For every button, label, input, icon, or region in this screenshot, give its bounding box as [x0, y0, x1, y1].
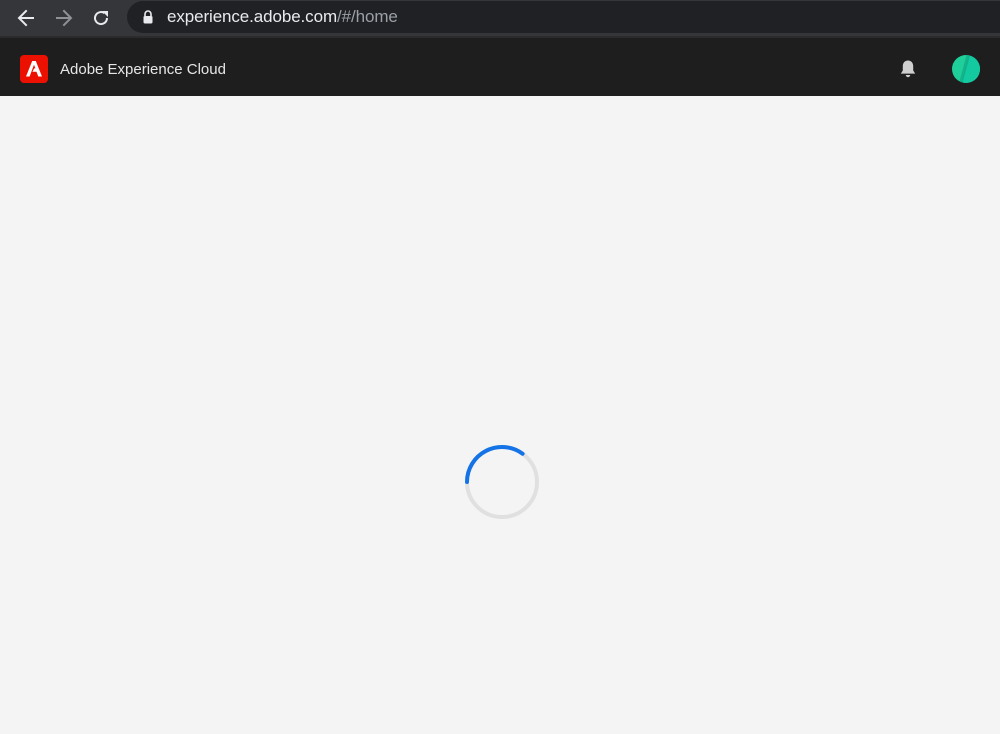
arrow-left-icon: [17, 9, 34, 27]
back-button[interactable]: [13, 5, 39, 31]
bell-icon: [900, 60, 916, 78]
forward-button[interactable]: [51, 5, 77, 31]
app-header: Adobe Experience Cloud: [0, 36, 1000, 96]
arrow-right-icon: [56, 9, 73, 27]
reload-button[interactable]: [88, 5, 114, 31]
reload-icon: [94, 11, 109, 26]
app-title[interactable]: Adobe Experience Cloud: [60, 60, 226, 80]
url-path: /#/home: [337, 7, 398, 26]
url-text: experience.adobe.com/#/home: [167, 7, 398, 27]
loading-spinner: [465, 445, 539, 519]
adobe-logo-icon[interactable]: [20, 55, 48, 83]
address-bar[interactable]: experience.adobe.com/#/home: [127, 1, 1000, 33]
lock-icon: [142, 10, 154, 24]
notifications-button[interactable]: [896, 57, 920, 81]
avatar[interactable]: [952, 55, 980, 83]
browser-toolbar: experience.adobe.com/#/home: [0, 0, 1000, 36]
url-host: experience.adobe.com: [167, 7, 338, 26]
main-content: [0, 96, 1000, 734]
